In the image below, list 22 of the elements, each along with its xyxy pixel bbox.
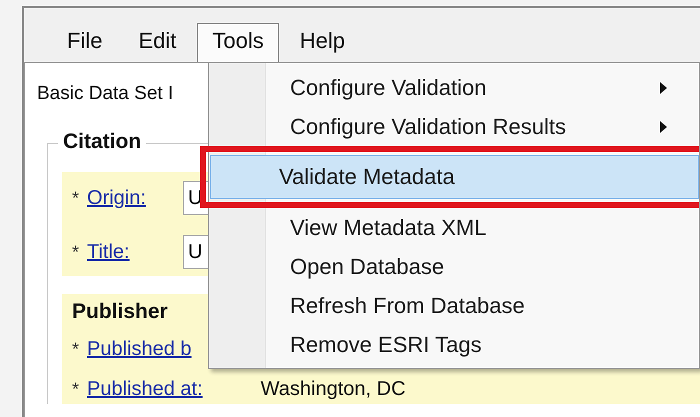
menu-option[interactable]: View Metadata XML	[214, 208, 695, 247]
menu-option[interactable]: Configure Validation	[214, 68, 695, 107]
field-link[interactable]: Origin:	[87, 185, 176, 211]
menu-option[interactable]: Remove ESRI Tags	[214, 325, 695, 364]
menu-item[interactable]: Help	[284, 23, 360, 62]
field-link[interactable]: Title:	[87, 239, 176, 265]
menu-item[interactable]: Edit	[123, 23, 192, 62]
field-link[interactable]: Published b	[87, 336, 192, 362]
menu-item[interactable]: Tools	[197, 23, 279, 62]
required-mark: *	[72, 242, 80, 262]
menu-option[interactable]: Validate Metadata	[210, 155, 699, 199]
required-mark: *	[72, 378, 80, 400]
required-mark: *	[72, 338, 80, 360]
menu-option[interactable]: Configure Validation Results	[214, 107, 695, 146]
menu-option[interactable]: Refresh From Database	[214, 286, 695, 325]
menu-item[interactable]: File	[52, 23, 118, 62]
section-tab[interactable]: Basic Data Set I	[37, 83, 174, 105]
menu-option[interactable]: Open Database	[214, 247, 695, 286]
section-title: Publisher	[72, 300, 168, 324]
field-value: Washington, DC	[260, 378, 406, 400]
required-mark: *	[72, 188, 80, 208]
field-link[interactable]: Published at:	[87, 376, 203, 402]
